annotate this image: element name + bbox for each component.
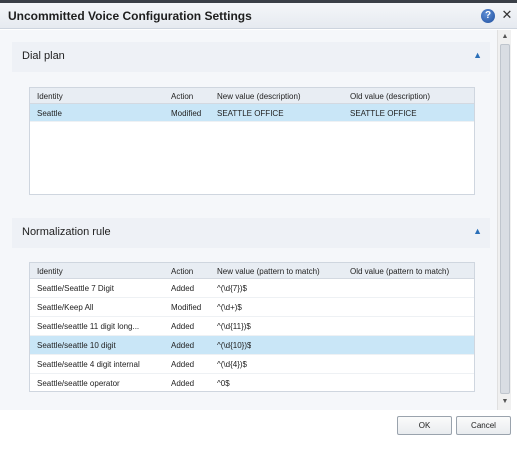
cell-new-value: ^(\d+)$	[217, 303, 242, 312]
dialog-title-bar: Uncommitted Voice Configuration Settings…	[0, 3, 517, 29]
dial-plan-grid: Identity Action New value (description) …	[29, 87, 475, 195]
vertical-scrollbar[interactable]: ▲ ▼	[497, 30, 511, 410]
cell-action: Modified	[171, 303, 202, 312]
table-row[interactable]: Seattle/Seattle 7 Digit Added ^(\d{7})$	[30, 279, 474, 298]
dial-plan-section-header[interactable]: Dial plan ▲	[12, 42, 490, 72]
cell-identity: Seattle/seattle 10 digit	[37, 341, 116, 350]
cell-old-value: SEATTLE OFFICE	[350, 109, 417, 118]
chevron-up-icon[interactable]: ▲	[473, 226, 482, 236]
cell-identity: Seattle/seattle operator	[37, 379, 120, 388]
cell-new-value: ^(\d{4})$	[217, 360, 247, 369]
cell-action: Modified	[171, 109, 202, 118]
scroll-down-arrow-icon[interactable]: ▼	[500, 397, 510, 407]
close-icon[interactable]: ✕	[500, 7, 514, 23]
column-header-old-value[interactable]: Old value (description)	[350, 92, 430, 101]
cancel-button[interactable]: Cancel	[456, 416, 511, 435]
normalization-rule-title: Normalization rule	[22, 226, 111, 238]
ok-button[interactable]: OK	[397, 416, 452, 435]
normalization-rule-grid-header: Identity Action New value (pattern to ma…	[30, 263, 474, 279]
cell-new-value: ^(\d{11})$	[217, 322, 251, 331]
column-header-new-value[interactable]: New value (description)	[217, 92, 301, 101]
column-header-new-value[interactable]: New value (pattern to match)	[217, 267, 320, 276]
dial-plan-title: Dial plan	[22, 50, 65, 62]
table-row[interactable]: Seattle Modified SEATTLE OFFICE SEATTLE …	[30, 104, 474, 122]
cell-new-value: ^0$	[217, 379, 230, 388]
help-icon[interactable]: ?	[481, 9, 495, 23]
column-header-old-value[interactable]: Old value (pattern to match)	[350, 267, 449, 276]
table-row[interactable]: Seattle/seattle operator Added ^0$	[30, 374, 474, 393]
normalization-rule-grid: Identity Action New value (pattern to ma…	[29, 262, 475, 392]
table-row[interactable]: Seattle/Keep All Modified ^(\d+)$	[30, 298, 474, 317]
table-row[interactable]: Seattle/seattle 10 digit Added ^(\d{10})…	[30, 336, 474, 355]
cell-new-value: ^(\d{7})$	[217, 284, 247, 293]
column-header-action[interactable]: Action	[171, 92, 193, 101]
scrollbar-thumb[interactable]	[500, 44, 510, 394]
cell-identity: Seattle/Keep All	[37, 303, 94, 312]
normalization-rule-section-header[interactable]: Normalization rule ▲	[12, 218, 490, 248]
dialog-title: Uncommitted Voice Configuration Settings	[8, 9, 252, 23]
column-header-identity[interactable]: Identity	[37, 267, 63, 276]
cell-identity: Seattle/seattle 11 digit long...	[37, 322, 140, 331]
column-header-identity[interactable]: Identity	[37, 92, 63, 101]
scroll-up-arrow-icon[interactable]: ▲	[500, 32, 510, 42]
chevron-up-icon[interactable]: ▲	[473, 50, 482, 60]
column-header-action[interactable]: Action	[171, 267, 193, 276]
cell-new-value: ^(\d{10})$	[217, 341, 252, 350]
cell-new-value: SEATTLE OFFICE	[217, 109, 284, 118]
cell-action: Added	[171, 379, 195, 388]
table-row[interactable]: Seattle/seattle 4 digit internal Added ^…	[30, 355, 474, 374]
cell-action: Added	[171, 322, 195, 331]
cell-identity: Seattle/Seattle 7 Digit	[37, 284, 114, 293]
cell-action: Added	[171, 284, 195, 293]
cell-action: Added	[171, 341, 195, 350]
dialog-content: Dial plan ▲ Identity Action New value (d…	[0, 30, 497, 410]
table-row[interactable]: Seattle/seattle 11 digit long... Added ^…	[30, 317, 474, 336]
cell-identity: Seattle/seattle 4 digit internal	[37, 360, 140, 369]
cell-action: Added	[171, 360, 195, 369]
dial-plan-grid-header: Identity Action New value (description) …	[30, 88, 474, 104]
cell-identity: Seattle	[37, 109, 62, 118]
